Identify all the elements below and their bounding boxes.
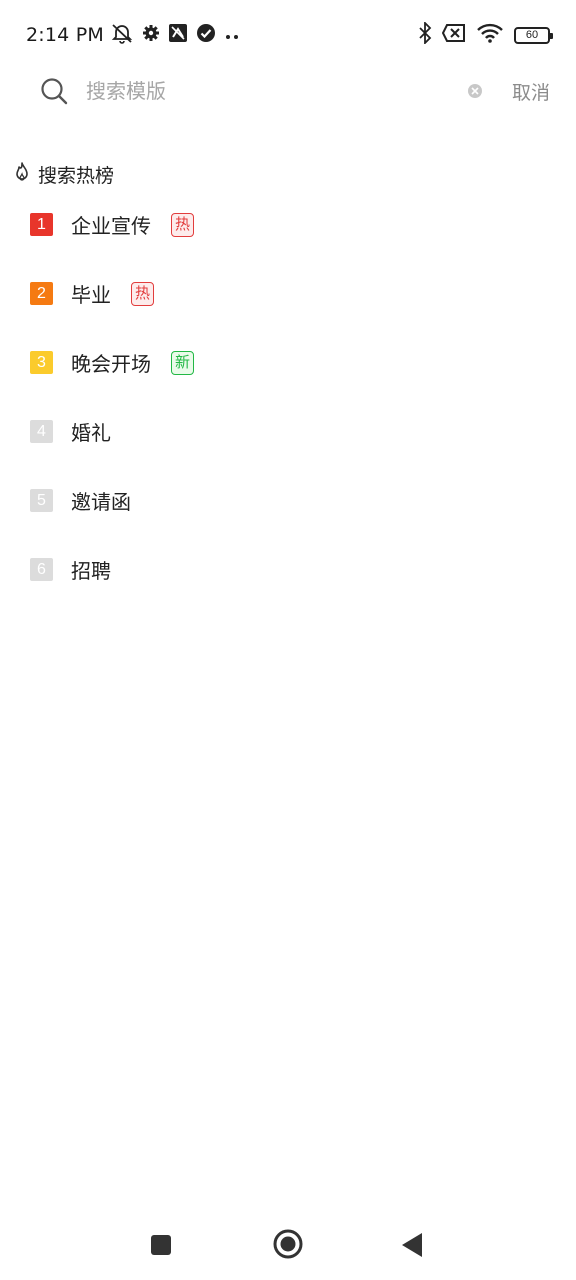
hot-search-list: 1 企业宣传 热 2 毕业 热 3 晚会开场 新 4 婚礼 5 邀请函 6 招聘 [0,190,576,604]
rank-badge: 3 [30,351,53,374]
check-circle-icon [196,23,216,47]
mute-icon [110,22,134,48]
sync-icon [168,23,188,47]
hot-search-header: 搜索热榜 [12,160,114,188]
fire-icon [12,161,32,187]
hot-tag: 热 [171,212,195,237]
new-tag: 新 [171,350,195,375]
rank-badge: 5 [30,489,53,512]
cancel-button[interactable]: 取消 [512,78,550,105]
search-input[interactable] [86,74,446,108]
home-button[interactable] [272,1228,304,1264]
rank-badge: 4 [30,420,53,443]
clear-search-icon[interactable] [467,83,483,103]
rank-badge: 6 [30,558,53,581]
status-left-icons [110,22,240,48]
status-bar: 2:14 PM 60 [0,0,576,70]
status-time: 2:14 PM [26,24,104,46]
list-item[interactable]: 4 婚礼 [0,397,576,466]
battery-icon: 60 [514,26,553,44]
list-item[interactable]: 2 毕业 热 [0,259,576,328]
search-icon [40,77,68,109]
bluetooth-icon [418,20,432,48]
search-bar: 取消 [0,66,576,116]
battery-level: 60 [525,29,539,41]
list-item[interactable]: 3 晚会开场 新 [0,328,576,397]
navigation-bar [0,1210,576,1280]
item-label: 企业宣传 [71,214,151,238]
more-dots-icon [224,26,240,45]
no-sim-icon [441,24,466,46]
hot-tag: 热 [131,281,155,306]
item-label: 晚会开场 [71,352,151,376]
list-item[interactable]: 6 招聘 [0,535,576,604]
rank-badge: 1 [30,213,53,236]
list-item[interactable]: 5 邀请函 [0,466,576,535]
wifi-icon [476,22,504,48]
item-label: 邀请函 [71,490,131,514]
section-title: 搜索热榜 [38,164,115,187]
list-item[interactable]: 1 企业宣传 热 [0,190,576,259]
back-button[interactable] [400,1232,424,1262]
settings-icon [142,24,160,46]
item-label: 毕业 [71,283,111,307]
rank-badge: 2 [30,282,53,305]
recents-button[interactable] [150,1234,172,1260]
status-right-icons: 60 [418,20,553,48]
item-label: 招聘 [71,559,111,583]
item-label: 婚礼 [71,421,111,445]
